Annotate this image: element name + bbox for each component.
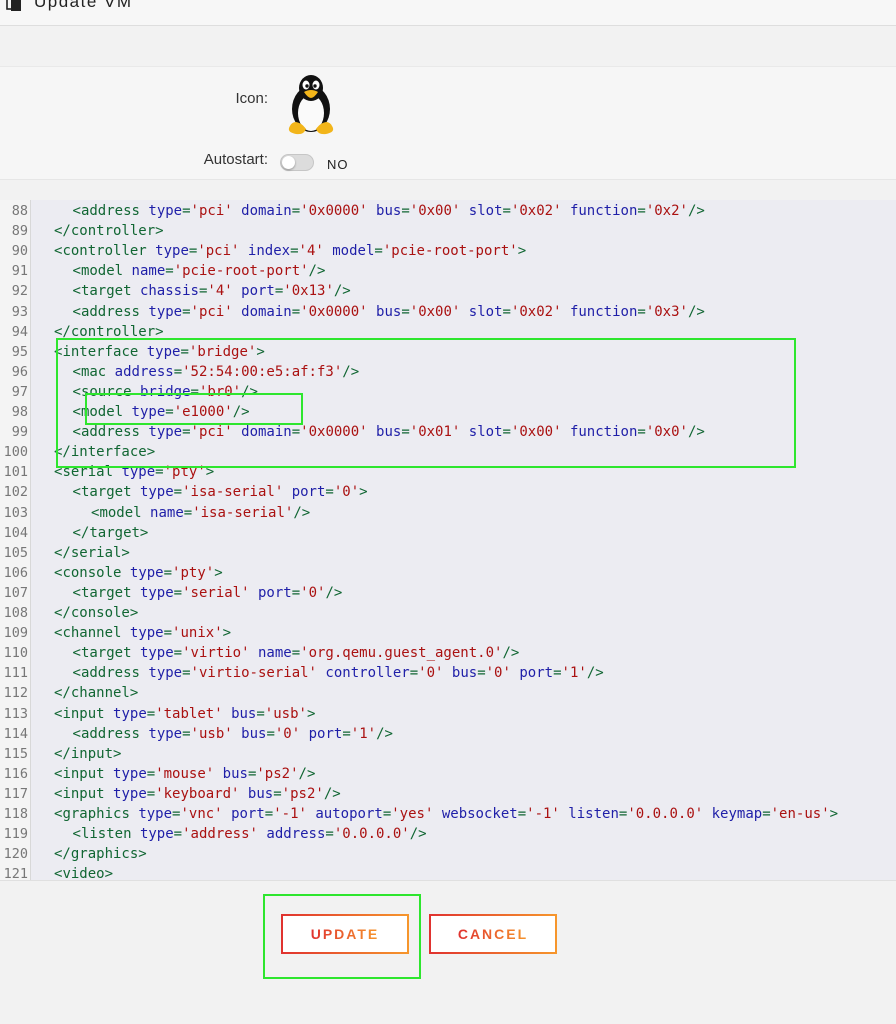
cancel-button[interactable]: CANCEL (429, 914, 557, 954)
code-text: <video> (54, 866, 114, 880)
code-text: <target type='virtio' name='org.qemu.gue… (72, 645, 520, 662)
line-number: 96 (11, 363, 28, 380)
window-title: Update VM (34, 0, 133, 11)
autostart-state: NO (327, 157, 349, 172)
line-number: 119 (3, 826, 28, 843)
line-number: 101 (3, 464, 28, 481)
code-text: <model type='e1000'/> (72, 404, 250, 420)
dialog-footer: UPDATE CANCEL (0, 880, 896, 1024)
line-number: 115 (3, 745, 28, 762)
code-text: <address type='usb' bus='0' port='1'/> (72, 725, 393, 742)
line-number: 94 (11, 323, 28, 340)
code-text: <target type='isa-serial' port='0'> (72, 484, 368, 501)
code-text: </controller> (54, 223, 164, 240)
vm-settings-form: Icon: Autostart: NO (0, 66, 896, 180)
line-number: 106 (3, 564, 28, 581)
code-text: <input type='keyboard' bus='ps2'/> (54, 785, 341, 802)
line-number: 111 (3, 665, 28, 682)
line-number: 102 (3, 484, 28, 501)
code-text: </interface> (54, 444, 156, 461)
code-text: <input type='mouse' bus='ps2'/> (54, 765, 316, 782)
line-number: 104 (3, 524, 28, 541)
code-text: </graphics> (54, 846, 147, 863)
code-text: <address type='pci' domain='0x0000' bus=… (72, 424, 705, 441)
code-text: <graphics type='vnc' port='-1' autoport=… (54, 806, 839, 822)
code-text: <address type='virtio-serial' controller… (72, 665, 604, 682)
code-text: <target chassis='4' port='0x13'/> (72, 283, 351, 300)
line-number: 91 (11, 263, 28, 280)
line-number: 93 (11, 303, 28, 320)
line-number: 95 (11, 343, 28, 360)
line-number: 118 (3, 806, 28, 822)
code-text: <address type='pci' domain='0x0000' bus=… (72, 303, 705, 320)
code-text: <input type='tablet' bus='usb'> (54, 705, 316, 722)
line-number: 116 (3, 765, 28, 782)
linux-tux-icon[interactable] (284, 73, 338, 135)
line-number: 108 (3, 605, 28, 621)
line-number: 89 (11, 223, 28, 240)
line-number: 109 (3, 625, 28, 642)
code-text: <console type='pty'> (54, 564, 223, 581)
line-number: 98 (11, 404, 28, 420)
line-number: 107 (3, 584, 28, 601)
line-number: 113 (3, 705, 28, 722)
line-number: 100 (3, 444, 28, 461)
line-number: 103 (3, 504, 28, 521)
xml-code-editor[interactable]: 88 <address type='pci' domain='0x0000' bu… (0, 200, 896, 880)
line-number: 121 (3, 866, 28, 880)
code-text: <source bridge='br0'/> (72, 383, 258, 400)
code-text: <mac address='52:54:00:e5:af:f3'/> (72, 363, 360, 380)
code-text: </channel> (54, 685, 139, 702)
code-text: </target> (72, 524, 149, 541)
line-number: 117 (3, 785, 28, 802)
code-text: <serial type='pty'> (54, 464, 215, 481)
line-number: 99 (11, 424, 28, 441)
line-number: 105 (3, 544, 28, 561)
autostart-label: Autostart: (203, 151, 268, 168)
code-text: <model name='pcie-root-port'/> (72, 263, 326, 280)
autostart-toggle[interactable] (280, 154, 314, 171)
line-number: 120 (3, 846, 28, 863)
code-text: </console> (54, 605, 139, 621)
line-number: 112 (3, 685, 28, 702)
code-text: <address type='pci' domain='0x0000' bus=… (72, 203, 705, 219)
line-number: 88 (11, 203, 28, 219)
line-number: 110 (3, 645, 28, 662)
code-text: <interface type='bridge'> (54, 343, 265, 360)
icon-label: Icon: (235, 90, 268, 107)
code-text: </controller> (54, 323, 164, 340)
code-text: </input> (54, 745, 122, 762)
line-number: 90 (11, 243, 28, 260)
toggle-knob (282, 156, 295, 169)
update-button[interactable]: UPDATE (281, 914, 409, 954)
code-text: <channel type='unix'> (54, 625, 232, 642)
window-titlebar: Update VM (0, 0, 896, 26)
code-text: <model name='isa-serial'/> (91, 504, 311, 521)
line-number: 92 (11, 283, 28, 300)
line-number: 97 (11, 383, 28, 400)
code-text: </serial> (54, 544, 130, 561)
code-text: <listen type='address' address='0.0.0.0'… (72, 826, 427, 843)
document-icon (6, 0, 21, 11)
line-number: 114 (3, 725, 28, 742)
code-text: <controller type='pci' index='4' model='… (54, 243, 527, 260)
code-text: <target type='serial' port='0'/> (72, 584, 343, 601)
